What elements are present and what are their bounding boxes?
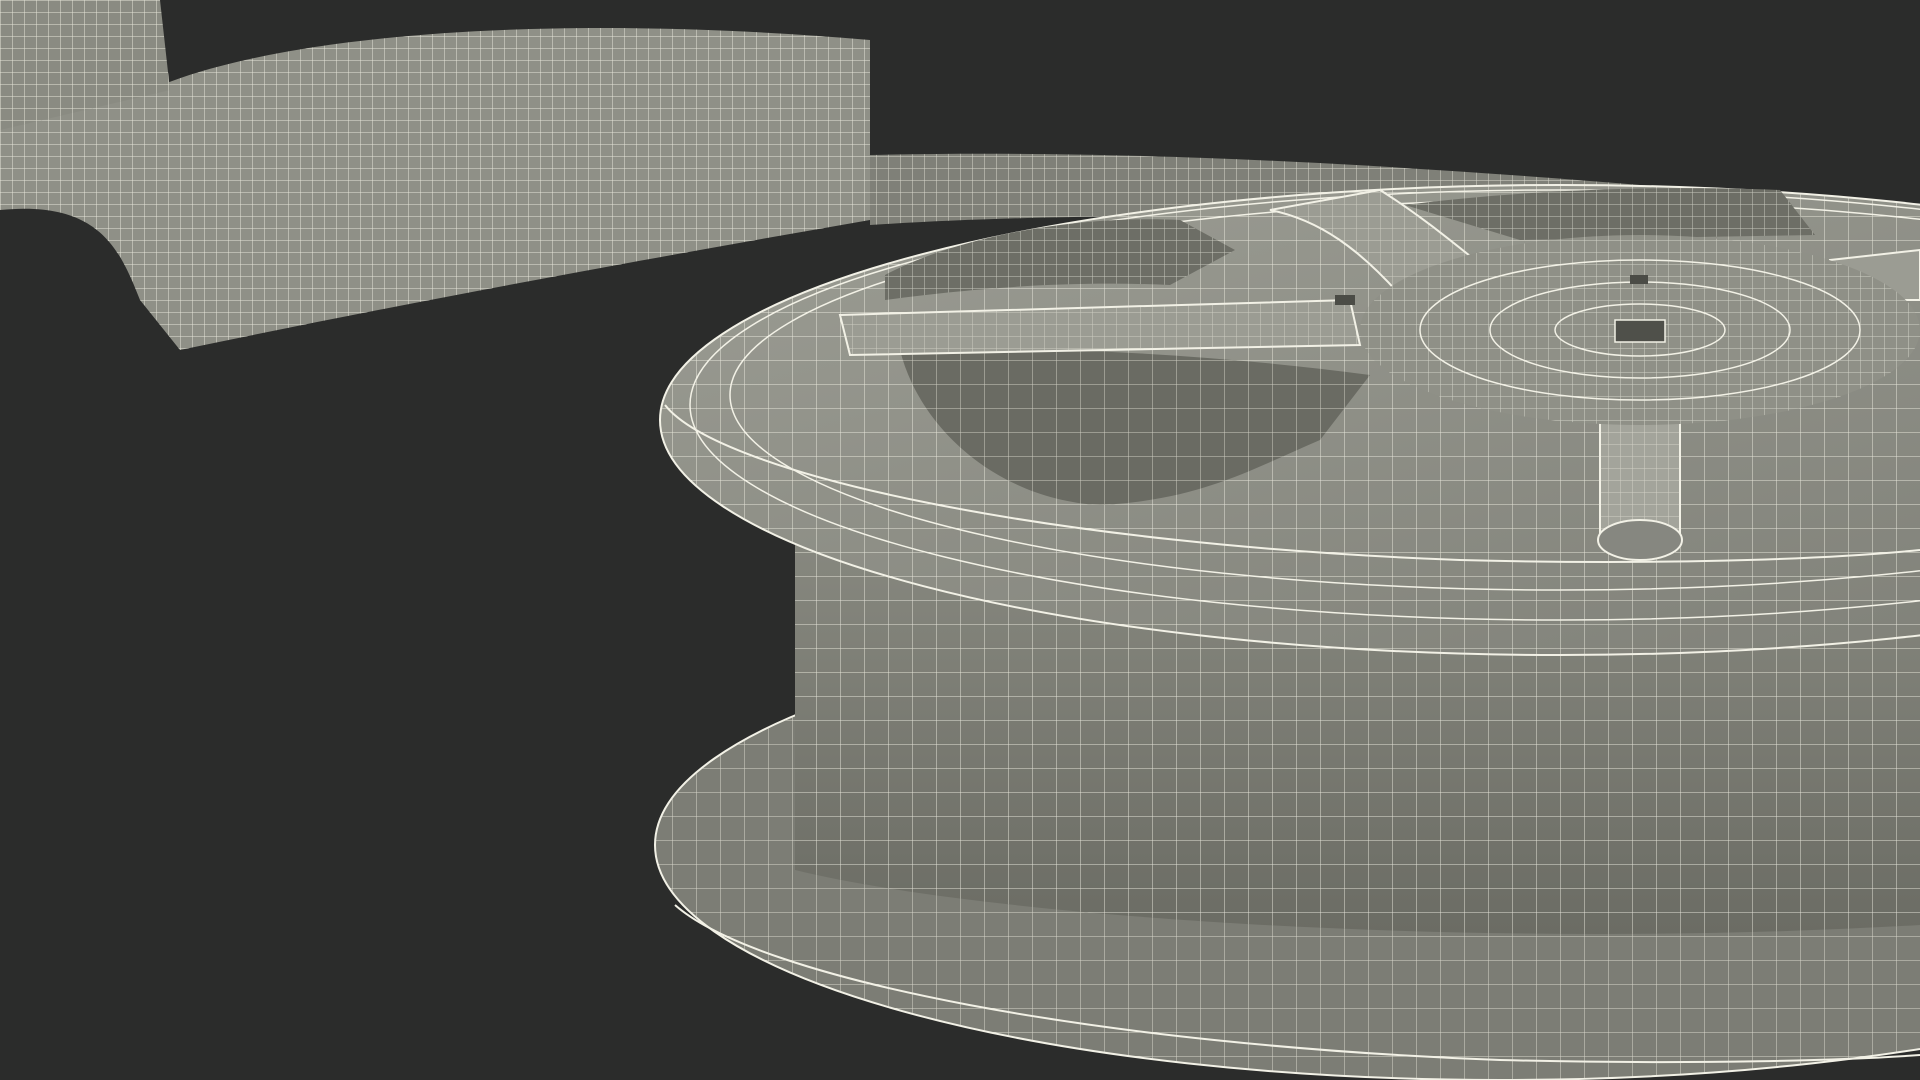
wireframe-render [0,0,1920,1080]
